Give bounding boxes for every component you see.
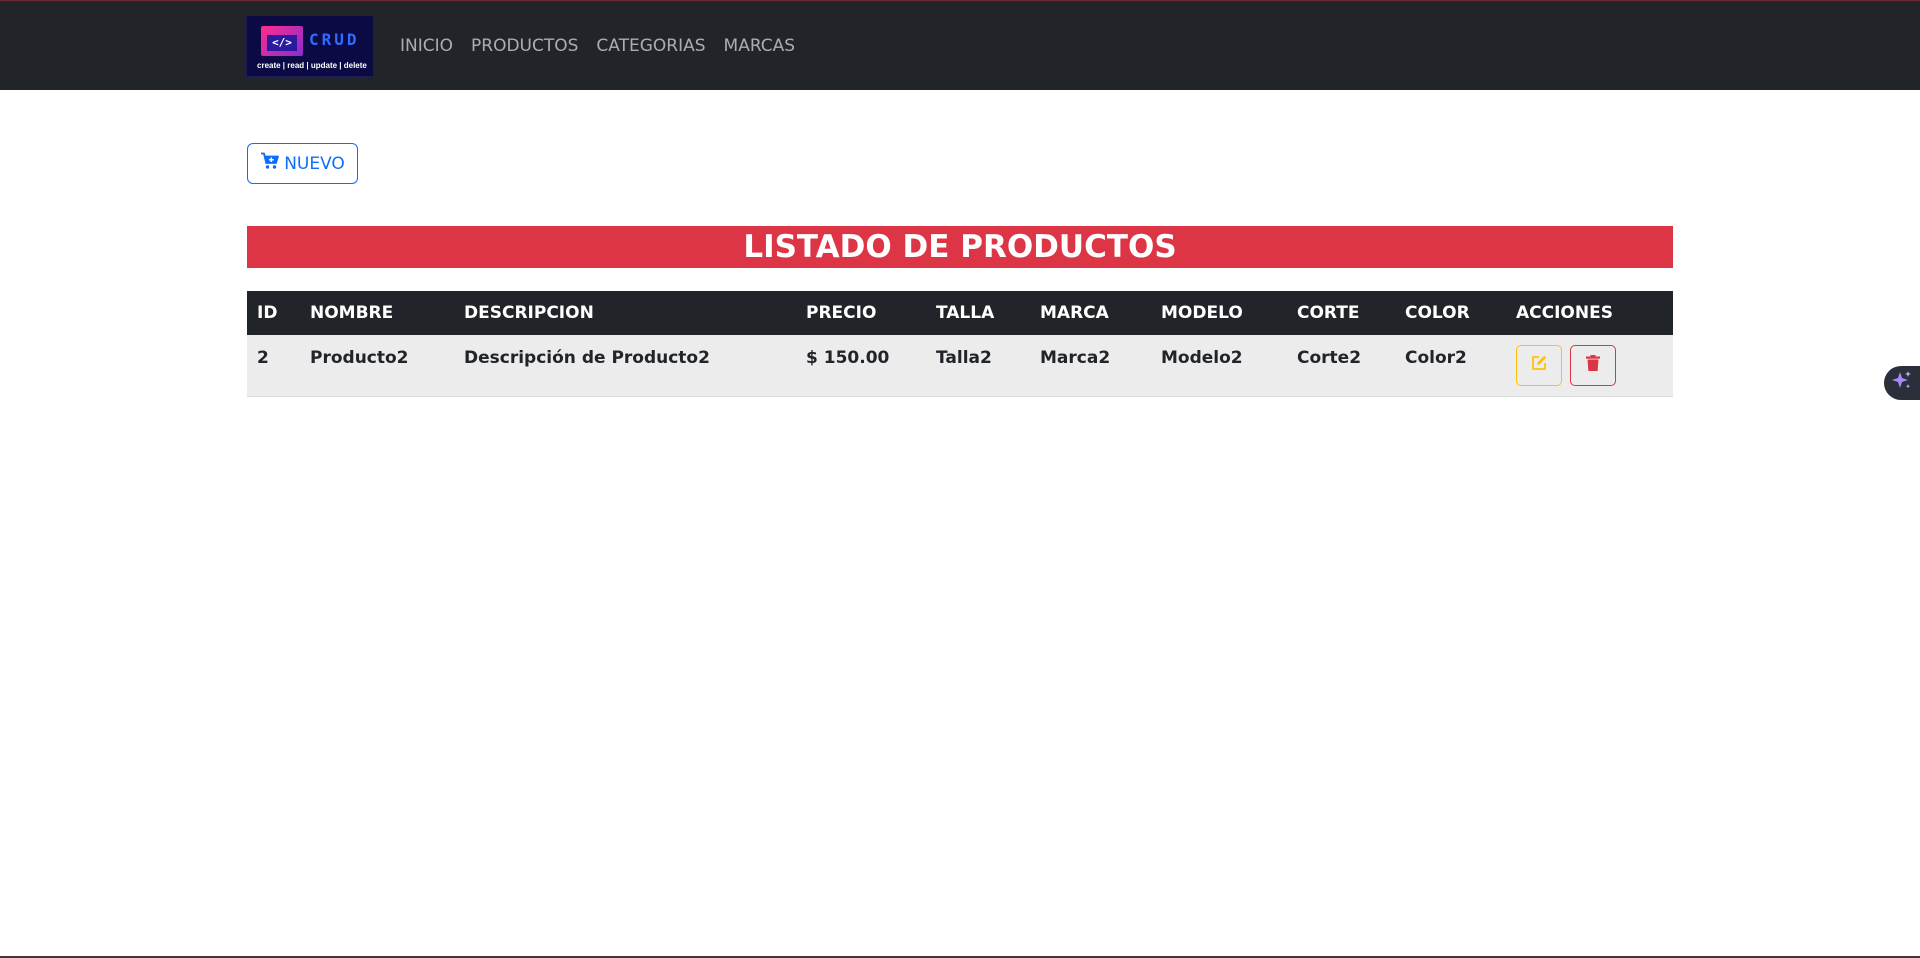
edit-icon <box>1530 354 1548 377</box>
cell-modelo: Modelo2 <box>1161 348 1243 368</box>
cell-corte: Corte2 <box>1297 348 1362 368</box>
cell-descripcion: Descripción de Producto2 <box>464 348 710 368</box>
header-corte: CORTE <box>1297 303 1360 323</box>
cell-nombre: Producto2 <box>310 348 409 368</box>
nav-item-productos[interactable]: PRODUCTOS <box>471 36 578 56</box>
header-descripcion: DESCRIPCION <box>464 303 594 323</box>
cell-id: 2 <box>257 348 269 368</box>
new-product-button[interactable]: NUEVO <box>247 143 358 184</box>
trash-icon <box>1584 354 1602 377</box>
cell-precio: $ 150.00 <box>806 348 890 368</box>
brand-logo[interactable]: </> CRUD create | read | update | delete <box>246 15 374 77</box>
page-title: LISTADO DE PRODUCTOS <box>247 226 1673 268</box>
header-precio: PRECIO <box>806 303 877 323</box>
assistant-button[interactable] <box>1884 366 1920 400</box>
brand-code-glyph: </> <box>267 35 297 51</box>
nav-menu: INICIO PRODUCTOS CATEGORIAS MARCAS <box>400 1 813 91</box>
cell-color: Color2 <box>1405 348 1467 368</box>
code-window-icon: </> <box>261 26 303 56</box>
brand-subtitle: create | read | update | delete <box>257 61 367 70</box>
products-table: ID NOMBRE DESCRIPCION PRECIO TALLA MARCA… <box>247 291 1673 397</box>
table-row: 2 Producto2 Descripción de Producto2 $ 1… <box>247 335 1673 396</box>
cell-marca: Marca2 <box>1040 348 1111 368</box>
nav-item-categorias[interactable]: CATEGORIAS <box>596 36 705 56</box>
header-color: COLOR <box>1405 303 1470 323</box>
cell-acciones <box>1506 335 1673 396</box>
brand-title: CRUD <box>309 30 360 49</box>
navbar: </> CRUD create | read | update | delete… <box>0 0 1920 90</box>
header-acciones: ACCIONES <box>1516 303 1613 323</box>
table-header-row: ID NOMBRE DESCRIPCION PRECIO TALLA MARCA… <box>247 291 1673 335</box>
header-marca: MARCA <box>1040 303 1109 323</box>
header-talla: TALLA <box>936 303 995 323</box>
nav-item-marcas[interactable]: MARCAS <box>724 36 796 56</box>
header-id: ID <box>257 303 278 323</box>
header-modelo: MODELO <box>1161 303 1243 323</box>
cell-talla: Talla2 <box>936 348 992 368</box>
header-nombre: NOMBRE <box>310 303 394 323</box>
new-product-label: NUEVO <box>284 153 345 174</box>
cart-plus-icon <box>260 152 280 175</box>
delete-button[interactable] <box>1569 345 1616 386</box>
sparkle-icon <box>1890 369 1914 397</box>
nav-item-inicio[interactable]: INICIO <box>400 36 453 56</box>
edit-button[interactable] <box>1516 345 1562 386</box>
